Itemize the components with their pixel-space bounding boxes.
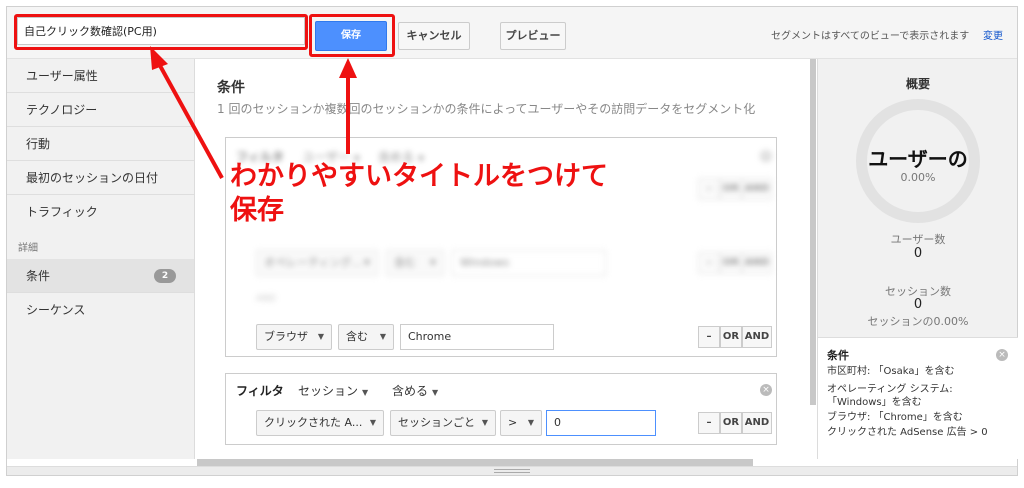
sidebar-item-label: 行動: [26, 137, 51, 151]
sidebar-item-traffic[interactable]: トラフィック: [7, 195, 194, 229]
annotation-line-2: 保存: [230, 195, 284, 226]
per-select[interactable]: セッションごと ▼: [390, 410, 496, 436]
or-button[interactable]: OR: [720, 412, 742, 434]
chevron-down-icon: ▼: [369, 418, 376, 427]
operator-select[interactable]: 含む ▼: [386, 250, 444, 276]
or-button[interactable]: OR: [720, 178, 742, 200]
cancel-button[interactable]: キャンセル: [398, 22, 470, 50]
users-label: ユーザー数: [890, 233, 946, 246]
sidebar-item-sequences[interactable]: シーケンス: [7, 293, 194, 327]
chevron-down-icon: ▼: [527, 418, 534, 427]
remove-row-button[interactable]: –: [698, 326, 720, 348]
filter-mode-dropdown[interactable]: 含める ▼: [392, 382, 438, 399]
value-input[interactable]: 0: [546, 410, 656, 436]
segment-visibility-note: セグメントはすべてのビューで表示されます: [771, 31, 970, 42]
chevron-down-icon: ▼: [429, 258, 436, 267]
and-button[interactable]: AND: [742, 412, 772, 434]
conditions-description: 1 回のセッションか複数回のセッションかの条件によってユーザーやその訪問データを…: [217, 102, 756, 116]
sidebar-item-label: シーケンス: [26, 303, 86, 317]
ring-percent: 0.00%: [900, 171, 936, 184]
segment-category-sidebar: ユーザー属性 テクノロジー 行動 最初のセッションの日付 トラフィック 詳細 条…: [7, 59, 195, 459]
and-button[interactable]: AND: [742, 326, 772, 348]
dimension-select[interactable]: ブラウザ ▼: [256, 324, 332, 350]
chevron-down-icon: ▼: [362, 388, 369, 397]
summary-panel: 概要 ユーザーの 0.00% ユーザー数 0 セッション数 0 セッションの0.…: [817, 59, 1018, 459]
or-button[interactable]: OR: [720, 252, 742, 274]
conditions-title: 条件: [217, 80, 245, 96]
dimension-select[interactable]: クリックされた A... ▼: [256, 410, 384, 436]
close-icon[interactable]: ×: [996, 349, 1008, 361]
sidebar-item-behavior[interactable]: 行動: [7, 127, 194, 161]
filter-label: フィルタ: [236, 384, 284, 398]
resize-bar[interactable]: [7, 466, 1017, 475]
sidebar-item-label: ユーザー属性: [26, 69, 98, 83]
sidebar-section-advanced: 詳細: [18, 243, 38, 254]
value-input[interactable]: Windows: [452, 250, 606, 276]
horizontal-scrollbar[interactable]: [197, 459, 753, 466]
filter-block-session: フィルタ セッション ▼ 含める ▼ × クリックされた A... ▼ セッションごと…: [225, 373, 777, 445]
dimension-select[interactable]: オペレーティング... ▼: [256, 250, 378, 276]
condition-line: 市区町村: 「Osaka」を含む: [827, 366, 955, 377]
sidebar-item-label: 最初のセッションの日付: [26, 171, 159, 185]
condition-line: ブラウザ: 「Chrome」を含む: [827, 412, 963, 423]
ring-label: ユーザーの: [868, 147, 968, 171]
resize-grip-icon[interactable]: [494, 469, 530, 473]
sidebar-item-first-session-date[interactable]: 最初のセッションの日付: [7, 161, 194, 195]
condition-line: クリックされた AdSense 広告 > 0: [827, 427, 988, 438]
close-icon[interactable]: ×: [760, 150, 772, 162]
sidebar-item-label: トラフィック: [26, 205, 98, 219]
summary-conditions-title: 条件: [827, 349, 849, 362]
preview-button[interactable]: プレビュー: [500, 22, 566, 50]
filter-scope-value: セッション: [298, 384, 359, 398]
sidebar-item-conditions[interactable]: 条件 2: [7, 259, 194, 293]
chevron-down-icon: ▼: [379, 332, 386, 341]
remove-row-button[interactable]: –: [698, 178, 720, 200]
chevron-down-icon: ▼: [481, 418, 488, 427]
per-value: セッションごと: [398, 416, 475, 429]
chevron-down-icon: ▼: [432, 388, 439, 397]
vertical-scrollbar[interactable]: [810, 59, 816, 405]
operator-value: 含む: [394, 256, 416, 269]
summary-title: 概要: [905, 77, 930, 91]
sidebar-item-label: テクノロジー: [26, 103, 98, 117]
sidebar-item-technology[interactable]: テクノロジー: [7, 93, 194, 127]
sidebar-item-label: 条件: [26, 269, 51, 283]
value-input[interactable]: Chrome: [400, 324, 554, 350]
annotation-highlight-save: [309, 14, 395, 57]
sessions-percent: セッションの0.00%: [867, 315, 969, 328]
conditions-panel: 条件 1 回のセッションか複数回のセッションかの条件によってユーザーやその訪問デ…: [197, 59, 809, 459]
annotation-highlight-name: [14, 14, 308, 50]
chevron-down-icon: ▼: [363, 258, 370, 267]
chevron-down-icon: ▼: [317, 332, 324, 341]
sessions-value: 0: [913, 297, 923, 312]
annotation-text: わかりやすいタイトルをつけて 保存: [230, 160, 608, 228]
sidebar-item-demographics[interactable]: ユーザー属性: [7, 59, 194, 93]
filter-scope-dropdown[interactable]: セッション ▼: [298, 382, 368, 399]
change-link[interactable]: 変更: [983, 27, 1003, 42]
conditions-count-badge: 2: [154, 269, 176, 283]
operator-value: >: [508, 416, 518, 429]
segment-editor: 保存 キャンセル プレビュー セグメントはすべてのビューで表示されます 変更 ユ…: [6, 6, 1018, 476]
filter-mode-value: 含める: [392, 384, 429, 398]
remove-row-button[interactable]: –: [698, 252, 720, 274]
operator-select[interactable]: > ▼: [500, 410, 542, 436]
operator-select[interactable]: 含む ▼: [338, 324, 394, 350]
dimension-value: クリックされた A...: [264, 416, 363, 429]
users-value: 0: [913, 246, 923, 261]
and-button[interactable]: AND: [742, 178, 772, 200]
operator-value: 含む: [346, 330, 368, 343]
close-icon[interactable]: ×: [760, 384, 772, 396]
dimension-value: ブラウザ: [264, 330, 308, 343]
annotation-line-1: わかりやすいタイトルをつけて: [230, 161, 608, 192]
condition-line: 「Windows」を含む: [827, 397, 922, 408]
dimension-value: オペレーティング...: [264, 256, 362, 269]
summary-conditions: 条件 × 市区町村: 「Osaka」を含む オペレーティング システム: 「Wi…: [818, 338, 1018, 459]
remove-row-button[interactable]: –: [698, 412, 720, 434]
and-separator: AND: [256, 294, 276, 304]
or-button[interactable]: OR: [720, 326, 742, 348]
and-button[interactable]: AND: [742, 252, 772, 274]
